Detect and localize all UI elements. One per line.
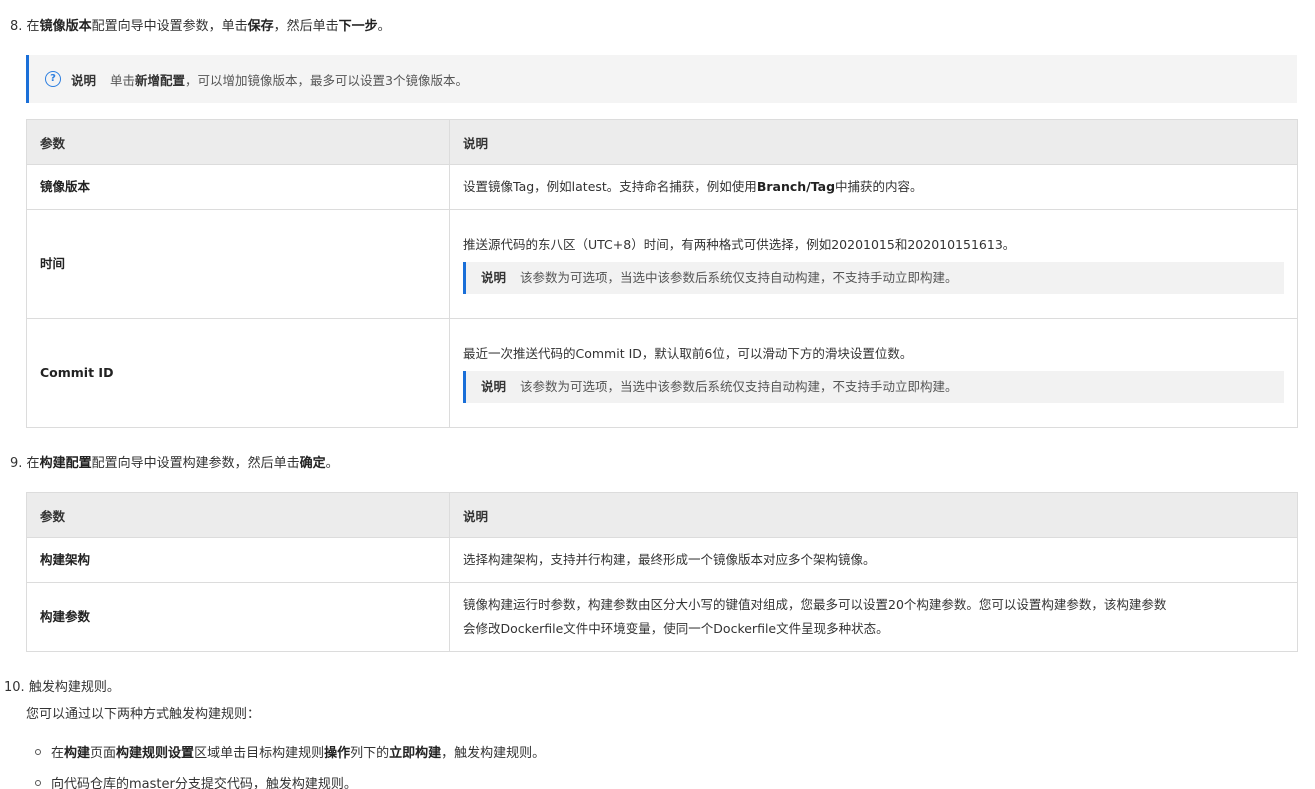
column-header-param: 参数	[26, 492, 450, 538]
confirm-label: 确定	[299, 456, 326, 471]
param-name: 构建架构	[26, 537, 450, 583]
table-row: Commit ID 最近一次推送代码的Commit ID，默认取前6位，可以滑动…	[26, 318, 1298, 428]
param-name: 镜像版本	[26, 164, 450, 210]
step-number: 10.	[4, 680, 25, 695]
column-header-desc: 说明	[449, 119, 1298, 165]
param-name: Commit ID	[26, 318, 450, 428]
wizard-name: 构建配置	[39, 456, 92, 471]
bullet-circle-icon	[35, 779, 41, 786]
image-version-params-table: 参数 说明 镜像版本 设置镜像Tag，例如latest。支持命名捕获，例如使用B…	[26, 119, 1298, 428]
param-desc: 选择构建架构，支持并行构建，最终形成一个镜像版本对应多个架构镜像。	[449, 537, 1298, 583]
table-header-row: 参数 说明	[26, 119, 1298, 165]
table-header-row: 参数 说明	[26, 492, 1298, 538]
step-10-subtext: 您可以通过以下两种方式触发构建规则：	[26, 707, 261, 722]
param-desc: 推送源代码的东八区（UTC+8）时间，有两种格式可供选择，例如20201015和…	[449, 209, 1298, 319]
param-desc: 最近一次推送代码的Commit ID，默认取前6位，可以滑动下方的滑块设置位数。…	[449, 318, 1298, 428]
step-number: 9.	[10, 456, 23, 471]
inline-note: 说明 该参数为可选项，当选中该参数后系统仅支持自动构建，不支持手动立即构建。	[463, 262, 1284, 294]
save-label: 保存	[247, 19, 274, 34]
note-callout: ? 说明 单击新增配置，可以增加镜像版本，最多可以设置3个镜像版本。	[26, 55, 1297, 103]
question-circle-icon: ?	[45, 71, 61, 87]
inline-note: 说明 该参数为可选项，当选中该参数后系统仅支持自动构建，不支持手动立即构建。	[463, 371, 1284, 403]
step-number: 8.	[10, 19, 23, 34]
note-label: 说明	[71, 72, 97, 88]
table-row: 构建参数 镜像构建运行时参数，构建参数由区分大小写的键值对组成，您最多可以设置2…	[26, 582, 1298, 652]
next-label: 下一步	[338, 19, 378, 34]
param-desc: 镜像构建运行时参数，构建参数由区分大小写的键值对组成，您最多可以设置20个构建参…	[449, 582, 1298, 652]
table-row: 时间 推送源代码的东八区（UTC+8）时间，有两种格式可供选择，例如202010…	[26, 209, 1298, 319]
table-row: 构建架构 选择构建架构，支持并行构建，最终形成一个镜像版本对应多个架构镜像。	[26, 537, 1298, 583]
column-header-desc: 说明	[449, 492, 1298, 538]
step-10: 10. 触发构建规则。	[4, 680, 120, 695]
list-item: 在构建页面构建规则设置区域单击目标构建规则操作列下的立即构建，触发构建规则。	[35, 742, 545, 761]
step-8: 8. 在镜像版本配置向导中设置参数，单击保存，然后单击下一步。	[10, 19, 391, 34]
step-9: 9. 在构建配置配置向导中设置构建参数，然后单击确定。	[10, 456, 339, 471]
column-header-param: 参数	[26, 119, 450, 165]
wizard-name: 镜像版本	[39, 19, 92, 34]
bullet-circle-icon	[35, 748, 41, 755]
param-name: 时间	[26, 209, 450, 319]
param-name: 构建参数	[26, 582, 450, 652]
list-item: 向代码仓库的master分支提交代码，触发构建规则。	[35, 773, 357, 789]
build-config-params-table: 参数 说明 构建架构 选择构建架构，支持并行构建，最终形成一个镜像版本对应多个架…	[26, 492, 1298, 652]
param-desc: 设置镜像Tag，例如latest。支持命名捕获，例如使用Branch/Tag中捕…	[449, 164, 1298, 210]
table-row: 镜像版本 设置镜像Tag，例如latest。支持命名捕获，例如使用Branch/…	[26, 164, 1298, 210]
note-text: 单击新增配置，可以增加镜像版本，最多可以设置3个镜像版本。	[110, 72, 469, 88]
